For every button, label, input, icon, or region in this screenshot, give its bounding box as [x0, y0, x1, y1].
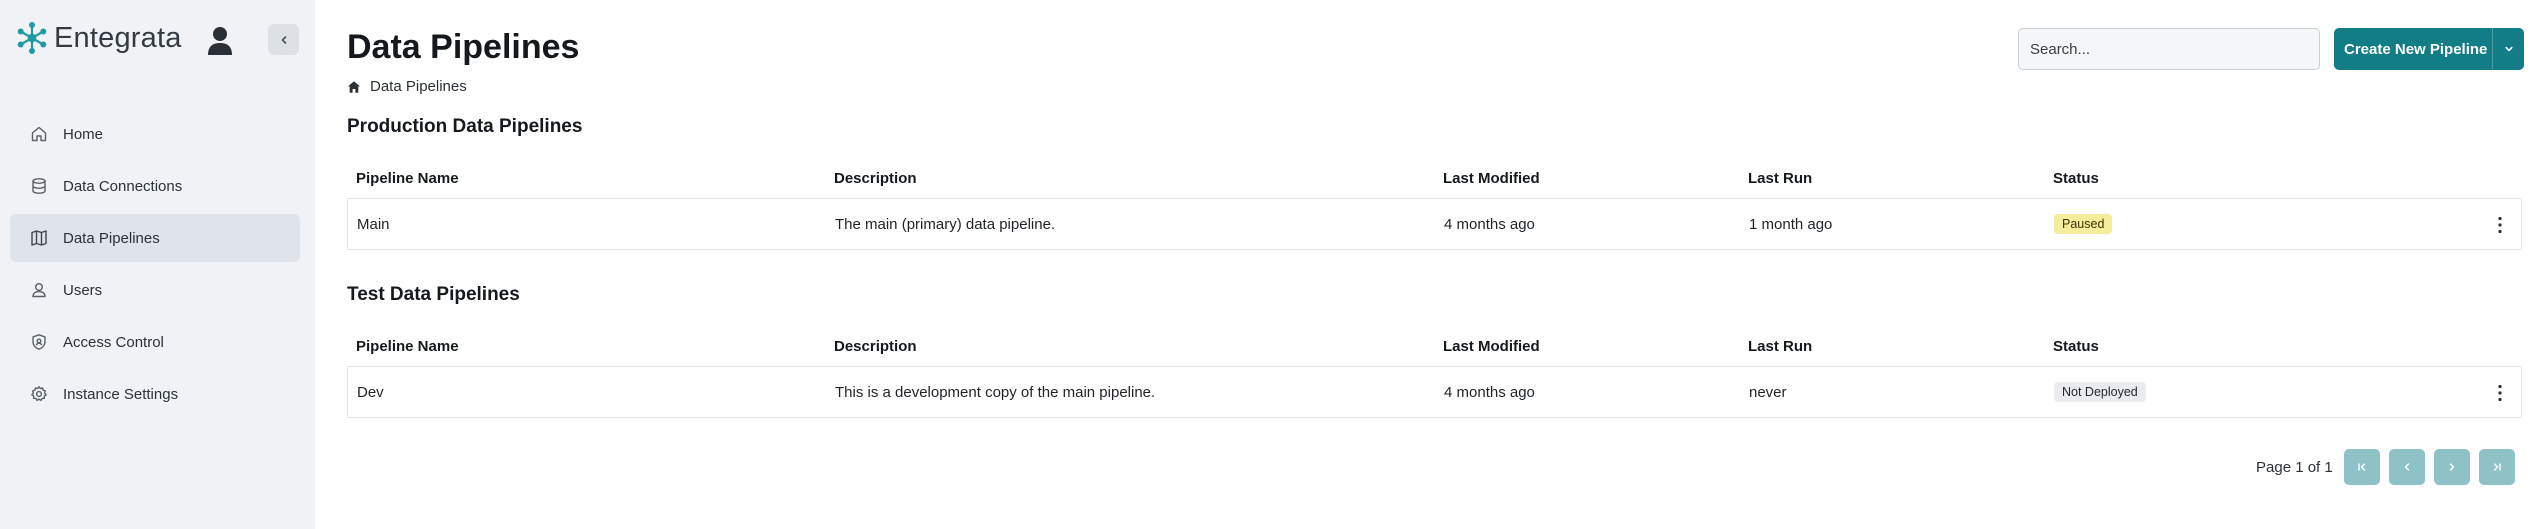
pipeline-last-run: 1 month ago — [1749, 215, 1833, 233]
sidebar-item-data-pipelines[interactable]: Data Pipelines — [10, 214, 300, 262]
pipeline-name[interactable]: Dev — [357, 384, 384, 401]
page-info: Page 1 of 1 — [2256, 458, 2333, 476]
create-pipeline-label: Create New Pipeline — [2344, 40, 2488, 58]
sidebar-item-instance-settings[interactable]: Instance Settings — [10, 370, 300, 418]
status-cell: Not Deployed — [2054, 382, 2146, 402]
user-icon — [32, 283, 46, 298]
first-page-button[interactable] — [2343, 449, 2380, 485]
logo-icon — [17, 22, 47, 54]
kebab-menu-icon — [2498, 216, 2502, 234]
row-actions-button[interactable] — [2490, 215, 2510, 235]
create-pipeline-button[interactable]: Create New Pipeline — [2334, 28, 2524, 70]
chevron-right-icon — [2449, 463, 2454, 471]
main-content: Data Pipelines Data Pipelines Create New… — [315, 0, 2546, 529]
sidebar-item-home[interactable]: Home — [10, 110, 300, 158]
home-icon — [31, 126, 47, 142]
next-page-button[interactable] — [2433, 449, 2470, 485]
table-header: Pipeline Name Description Last Modified … — [347, 158, 2522, 198]
chevron-down-icon — [2504, 46, 2513, 52]
column-header-last-run[interactable]: Last Run — [1748, 170, 1812, 187]
table-row[interactable]: Dev This is a development copy of the ma… — [347, 366, 2522, 418]
pagination: Page 1 of 1 — [2256, 449, 2515, 485]
column-header-last-modified[interactable]: Last Modified — [1443, 338, 1540, 355]
table-row[interactable]: Main The main (primary) data pipeline. 4… — [347, 198, 2522, 250]
sidebar-item-label: Users — [63, 281, 103, 299]
home-icon[interactable] — [347, 80, 361, 94]
status-cell: Paused — [2054, 214, 2113, 234]
production-table: Pipeline Name Description Last Modified … — [347, 158, 2522, 250]
pipeline-name[interactable]: Main — [357, 216, 390, 233]
status-badge: Paused — [2054, 214, 2113, 234]
column-header-name[interactable]: Pipeline Name — [356, 338, 459, 355]
column-header-status[interactable]: Status — [2053, 170, 2099, 187]
column-header-name[interactable]: Pipeline Name — [356, 170, 459, 187]
sidebar-item-users[interactable]: Users — [10, 266, 300, 314]
test-section-title: Test Data Pipelines — [347, 284, 520, 305]
gear-icon — [31, 386, 47, 402]
last-page-button[interactable] — [2478, 449, 2515, 485]
brand[interactable]: Entegrata — [15, 20, 182, 56]
column-header-description[interactable]: Description — [834, 338, 917, 355]
map-icon — [31, 230, 47, 246]
page-title: Data Pipelines — [347, 28, 580, 66]
first-page-icon — [2358, 463, 2365, 471]
sidebar: Entegrata Home Data Connections Data Pip… — [0, 0, 315, 529]
database-icon — [32, 178, 46, 194]
column-header-description[interactable]: Description — [834, 170, 917, 187]
sidebar-item-label: Home — [63, 125, 104, 143]
chevron-left-icon — [281, 35, 286, 44]
pipeline-description: The main (primary) data pipeline. — [835, 215, 1056, 233]
brand-name: Entegrata — [54, 21, 182, 54]
status-badge: Not Deployed — [2054, 382, 2146, 402]
pipeline-description: This is a development copy of the main p… — [835, 383, 1156, 401]
previous-page-button[interactable] — [2388, 449, 2425, 485]
column-header-last-run[interactable]: Last Run — [1748, 338, 1812, 355]
last-page-icon — [2493, 463, 2501, 471]
table-header: Pipeline Name Description Last Modified … — [347, 326, 2522, 366]
sidebar-item-label: Data Connections — [63, 177, 183, 195]
pipeline-last-modified: 4 months ago — [1444, 383, 1535, 401]
search-input[interactable] — [2018, 28, 2320, 70]
pipeline-last-modified: 4 months ago — [1444, 215, 1535, 233]
sidebar-item-label: Data Pipelines — [63, 229, 160, 247]
create-pipeline-dropdown[interactable] — [2492, 28, 2524, 70]
kebab-menu-icon — [2498, 384, 2502, 402]
breadcrumb-current: Data Pipelines — [370, 78, 467, 95]
sidebar-item-label: Access Control — [63, 333, 164, 351]
test-table: Pipeline Name Description Last Modified … — [347, 326, 2522, 418]
sidebar-item-label: Instance Settings — [63, 385, 179, 403]
row-actions-button[interactable] — [2490, 383, 2510, 403]
sidebar-item-access-control[interactable]: Access Control — [10, 318, 300, 366]
breadcrumb: Data Pipelines — [347, 78, 467, 95]
collapse-sidebar-button[interactable] — [268, 24, 299, 55]
user-avatar-icon — [208, 27, 232, 55]
sidebar-nav: Home Data Connections Data Pipelines Use… — [10, 110, 300, 422]
pipeline-last-run: never — [1749, 383, 1787, 401]
column-header-last-modified[interactable]: Last Modified — [1443, 170, 1540, 187]
user-menu-button[interactable] — [204, 24, 236, 58]
shield-icon — [32, 334, 46, 350]
production-section-title: Production Data Pipelines — [347, 116, 583, 137]
sidebar-item-data-connections[interactable]: Data Connections — [10, 162, 300, 210]
column-header-status[interactable]: Status — [2053, 338, 2099, 355]
chevron-left-icon — [2404, 463, 2409, 471]
